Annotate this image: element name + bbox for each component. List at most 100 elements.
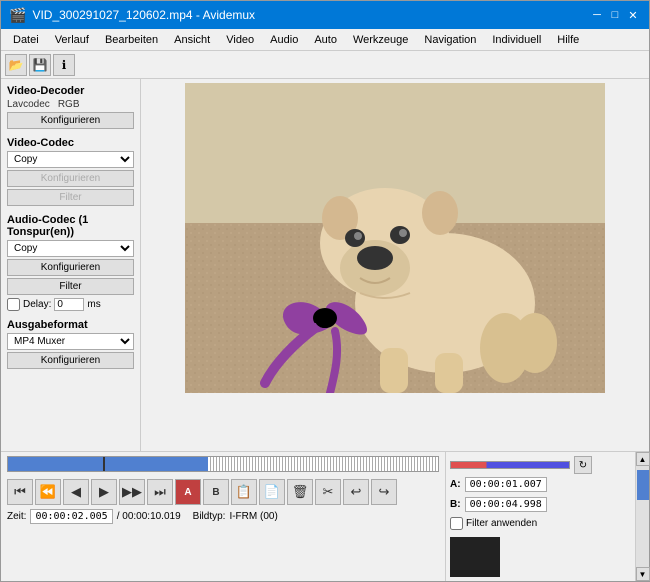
- copy-button[interactable]: 📋: [231, 479, 257, 505]
- undo-button[interactable]: ↩: [343, 479, 369, 505]
- window-title: VID_300291027_120602.mp4 - Avidemux: [32, 8, 255, 22]
- menu-individuell[interactable]: Individuell: [484, 32, 549, 48]
- video-frame-svg: [185, 83, 605, 393]
- filter-vc-button[interactable]: Filter: [7, 189, 134, 206]
- bildtyp-value: I-FRM (00): [229, 511, 277, 522]
- a-row: A: 00:00:01.007: [450, 477, 631, 492]
- menu-verlauf[interactable]: Verlauf: [47, 32, 97, 48]
- filter-checkbox-label: Filter anwenden: [466, 518, 537, 529]
- toolbar-info-button[interactable]: ℹ: [53, 54, 75, 76]
- close-button[interactable]: ✕: [625, 7, 641, 23]
- play-button[interactable]: ▶: [91, 479, 117, 505]
- delay-row: Delay: 0 ms: [7, 298, 134, 311]
- video-codec-section: Video-Codec Copy Konfigurieren Filter: [7, 137, 134, 206]
- toolbar-save-button[interactable]: 💾: [29, 54, 51, 76]
- scroll-thumb[interactable]: [637, 470, 649, 500]
- title-bar: 🎬 VID_300291027_120602.mp4 - Avidemux ─ …: [1, 1, 649, 29]
- filter-anwenden-checkbox[interactable]: [450, 517, 463, 530]
- app-icon: 🎬: [9, 7, 26, 24]
- menu-werkzeuge[interactable]: Werkzeuge: [345, 32, 416, 48]
- scroll-up-button[interactable]: ▲: [636, 452, 650, 466]
- maximize-button[interactable]: □: [607, 7, 623, 23]
- ausgabeformat-section: Ausgabeformat MP4 Muxer Konfigurieren: [7, 319, 134, 369]
- konfigurieren-vd-button[interactable]: Konfigurieren: [7, 112, 134, 129]
- redo-button[interactable]: ↪: [371, 479, 397, 505]
- menu-video[interactable]: Video: [218, 32, 262, 48]
- a-label: A:: [450, 479, 461, 490]
- paste-button[interactable]: 📄: [259, 479, 285, 505]
- scroll-down-button[interactable]: ▼: [636, 567, 650, 581]
- b-label: B:: [450, 499, 461, 510]
- right-panel: [141, 79, 649, 451]
- timeline-remaining: [208, 457, 438, 471]
- zeit-label: Zeit:: [7, 511, 26, 522]
- video-preview: [185, 83, 605, 393]
- delay-input[interactable]: 0: [54, 298, 84, 311]
- timeline-cursor[interactable]: [103, 456, 105, 472]
- sync-button[interactable]: ↻: [574, 456, 592, 474]
- rgb-label: RGB: [58, 99, 80, 110]
- level-bar-row: ↻: [450, 456, 631, 474]
- bottom-controls: ⏮ ⏪ ◀ ▶ ▶▶ ⏭ A B 📋 📄 🗑 ✂ ↩ ↪ Z: [1, 451, 649, 581]
- timeline-played: [8, 457, 208, 471]
- video-codec-title: Video-Codec: [7, 137, 134, 149]
- cut-button[interactable]: ✂: [315, 479, 341, 505]
- menu-bearbeiten[interactable]: Bearbeiten: [97, 32, 166, 48]
- menu-hilfe[interactable]: Hilfe: [549, 32, 587, 48]
- video-decoder-section: Video-Decoder Lavcodec RGB Konfigurieren: [7, 85, 134, 129]
- ms-label: ms: [87, 299, 100, 310]
- a-time-display: 00:00:01.007: [465, 477, 547, 492]
- prev-frame-button[interactable]: ⏪: [35, 479, 61, 505]
- vertical-scrollbar[interactable]: ▲ ▼: [635, 452, 649, 581]
- left-panel: Video-Decoder Lavcodec RGB Konfigurieren…: [1, 79, 141, 451]
- konfigurieren-vc-button[interactable]: Konfigurieren: [7, 170, 134, 187]
- menu-navigation[interactable]: Navigation: [416, 32, 484, 48]
- go-start-button[interactable]: ⏮: [7, 479, 33, 505]
- delete-button[interactable]: 🗑: [287, 479, 313, 505]
- menu-datei[interactable]: Datei: [5, 32, 47, 48]
- preview-thumbnail: [450, 537, 500, 577]
- mark-a-button[interactable]: A: [175, 479, 201, 505]
- audio-codec-title: Audio-Codec (1 Tonspur(en)): [7, 214, 134, 238]
- video-codec-select-row: Copy: [7, 151, 134, 168]
- toolbar-open-button[interactable]: 📂: [5, 54, 27, 76]
- right-info-panel: ↻ A: 00:00:01.007 B: 00:00:04.998 Filter…: [445, 452, 635, 581]
- audio-codec-section: Audio-Codec (1 Tonspur(en)) Copy Konfigu…: [7, 214, 134, 311]
- menu-auto[interactable]: Auto: [306, 32, 345, 48]
- delay-label: Delay:: [23, 299, 51, 310]
- menu-audio[interactable]: Audio: [262, 32, 306, 48]
- ausgabeformat-select-row: MP4 Muxer: [7, 333, 134, 350]
- go-end-button[interactable]: ⏭: [147, 479, 173, 505]
- status-row: Zeit: 00:00:02.005 / 00:00:10.019 Bildty…: [1, 507, 445, 526]
- transport-row: ⏮ ⏪ ◀ ▶ ▶▶ ⏭ A B 📋 📄 🗑 ✂ ↩ ↪: [1, 477, 445, 507]
- rewind-button[interactable]: ◀: [63, 479, 89, 505]
- b-row: B: 00:00:04.998: [450, 497, 631, 512]
- konfigurieren-af-button[interactable]: Konfigurieren: [7, 352, 134, 369]
- mark-b-button[interactable]: B: [203, 479, 229, 505]
- toolbar: 📂 💾 ℹ: [1, 51, 649, 79]
- konfigurieren-ac-button[interactable]: Konfigurieren: [7, 259, 134, 276]
- delay-checkbox[interactable]: [7, 298, 20, 311]
- timeline-track[interactable]: [7, 456, 439, 472]
- video-decoder-title: Video-Decoder: [7, 85, 134, 97]
- timeline-area: [1, 452, 445, 477]
- ausgabeformat-title: Ausgabeformat: [7, 319, 134, 331]
- main-content: Video-Decoder Lavcodec RGB Konfigurieren…: [1, 79, 649, 451]
- bildtyp-label: Bildtyp:: [193, 511, 226, 522]
- ausgabeformat-select[interactable]: MP4 Muxer: [7, 333, 134, 350]
- forward-button[interactable]: ▶▶: [119, 479, 145, 505]
- audio-codec-select[interactable]: Copy: [7, 240, 134, 257]
- video-codec-select[interactable]: Copy: [7, 151, 134, 168]
- transport-main: ⏮ ⏪ ◀ ▶ ▶▶ ⏭ A B 📋 📄 🗑 ✂ ↩ ↪ Z: [1, 452, 445, 581]
- title-bar-left: 🎬 VID_300291027_120602.mp4 - Avidemux: [9, 7, 255, 24]
- total-time-display: / 00:00:10.019: [117, 511, 181, 522]
- main-window: 🎬 VID_300291027_120602.mp4 - Avidemux ─ …: [0, 0, 650, 582]
- minimize-button[interactable]: ─: [589, 7, 605, 23]
- filter-ac-button[interactable]: Filter: [7, 278, 134, 295]
- lavcodec-label: Lavcodec: [7, 99, 50, 110]
- level-bar: [450, 461, 570, 469]
- audio-codec-select-row: Copy: [7, 240, 134, 257]
- title-bar-controls: ─ □ ✕: [589, 7, 641, 23]
- menu-ansicht[interactable]: Ansicht: [166, 32, 218, 48]
- current-time-display: 00:00:02.005: [30, 509, 112, 524]
